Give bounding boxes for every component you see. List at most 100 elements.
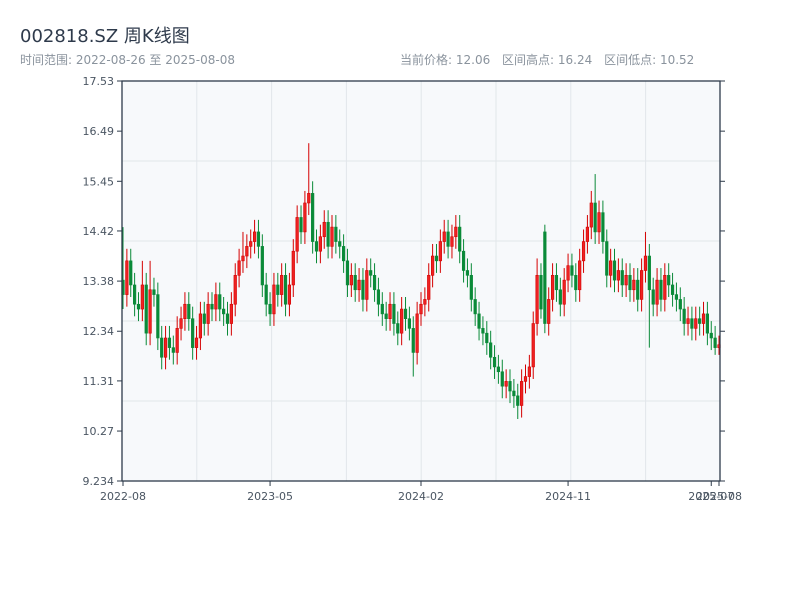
candle-down [465,270,470,276]
candle-down [574,275,578,291]
candle-up [585,226,590,242]
candle-up [163,337,168,358]
candle-down [612,260,617,281]
candle-down [268,303,272,315]
x-tick-label: 2025-08 [696,490,742,503]
candle-up [550,275,555,300]
candle-up [616,270,620,281]
candle-down [477,313,481,329]
candle-up [291,250,295,286]
candle-down [222,308,226,315]
candle-down [345,260,350,286]
candle-up [140,284,144,310]
candle-down [283,275,288,305]
candle-up [272,284,276,315]
candle-down [659,279,663,300]
candle-up [423,299,427,305]
candle-up [609,260,613,276]
candle-up [504,381,508,387]
candle-down [341,246,346,262]
candle-down [392,303,396,324]
x-tick-label: 2023-05 [247,490,293,503]
candle-up [183,303,187,320]
candle-down [651,289,655,305]
candle-down [311,193,315,242]
candle-down [485,332,489,344]
candle-down [705,313,709,334]
candle-up [307,193,311,204]
candle-up [686,318,690,324]
candle-down [384,313,388,320]
candle-down [473,299,477,315]
candle-up [535,275,539,324]
candle-up [148,289,152,334]
candle-down [543,231,547,324]
candle-down [682,308,686,324]
y-tick-label: 14.42 [83,225,115,238]
candle-up [701,313,706,324]
candle-up [562,279,566,305]
candle-down [256,231,261,247]
candle-up [229,303,233,324]
candle-down [210,303,214,310]
candle-up [694,318,698,329]
candle-down [620,270,624,286]
candle-down [376,289,381,305]
candle-up [523,376,528,382]
candle-up [415,313,419,353]
y-tick-label: 15.45 [83,175,115,188]
candle-up [179,318,183,329]
candle-up [237,260,241,276]
candle-down [187,303,191,320]
candle-up [206,303,210,324]
candle-down [160,337,164,358]
candle-down [674,294,679,300]
candle-up [194,337,199,348]
candle-down [481,328,485,334]
candle-down [380,303,384,315]
candle-up [419,303,423,315]
candle-down [670,284,675,295]
candle-down [593,202,597,233]
candle-down [508,381,512,392]
candle-up [527,366,531,377]
candle-down [570,265,574,276]
candle-down [260,246,264,286]
candle-up [330,226,334,247]
y-tick-label: 17.53 [83,75,115,88]
candle-down [558,289,562,305]
candle-down [492,356,497,368]
candle-up [318,236,322,252]
candle-down [334,226,338,242]
y-tick-label: 16.49 [83,125,115,138]
candle-up [322,221,326,238]
candle-down [601,212,605,242]
candle-down [434,255,439,262]
candle-down [276,284,280,295]
candle-down [407,318,411,329]
candle-up [454,226,458,238]
candle-down [636,279,640,300]
candle-up [431,255,435,276]
candle-down [299,217,303,233]
candle-up [624,275,628,286]
candle-down [314,241,319,252]
candle-up [245,246,249,257]
candle-down [411,328,415,353]
candle-up [280,275,284,295]
candle-up [597,212,601,233]
candle-up [655,279,659,305]
candle-up [639,270,644,300]
y-tick-label: 11.31 [83,375,115,388]
candle-down [446,231,450,247]
candle-up [388,303,392,320]
candle-down [338,241,342,247]
candle-up [427,275,431,300]
candle-down [369,270,373,276]
candle-down [605,241,609,276]
candle-down [698,318,702,324]
candle-down [489,342,493,358]
candle-up [578,260,582,291]
candle-down [152,289,156,295]
candle-up [287,284,292,305]
